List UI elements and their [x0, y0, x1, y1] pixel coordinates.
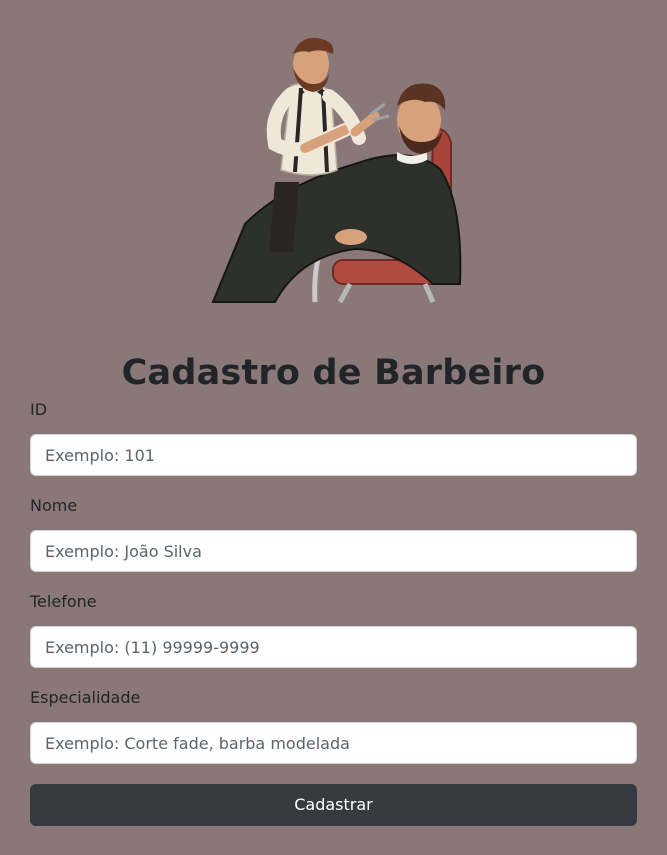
telefone-field-group: Telefone [30, 590, 637, 668]
barber-illustration [205, 34, 467, 304]
especialidade-input[interactable] [30, 722, 637, 764]
nome-field-group: Nome [30, 494, 637, 572]
id-field-group: ID [30, 398, 637, 476]
nome-input[interactable] [30, 530, 637, 572]
barber-registration-form: ID Nome Telefone Especialidade [30, 398, 637, 782]
especialidade-field-group: Especialidade [30, 686, 637, 764]
telefone-input[interactable] [30, 626, 637, 668]
telefone-label: Telefone [30, 592, 97, 611]
especialidade-label: Especialidade [30, 688, 141, 707]
nome-label: Nome [30, 496, 78, 515]
id-label: ID [30, 400, 48, 419]
cadastrar-button[interactable]: Cadastrar [30, 784, 637, 826]
id-input[interactable] [30, 434, 637, 476]
page-title: Cadastro de Barbeiro [121, 353, 546, 394]
